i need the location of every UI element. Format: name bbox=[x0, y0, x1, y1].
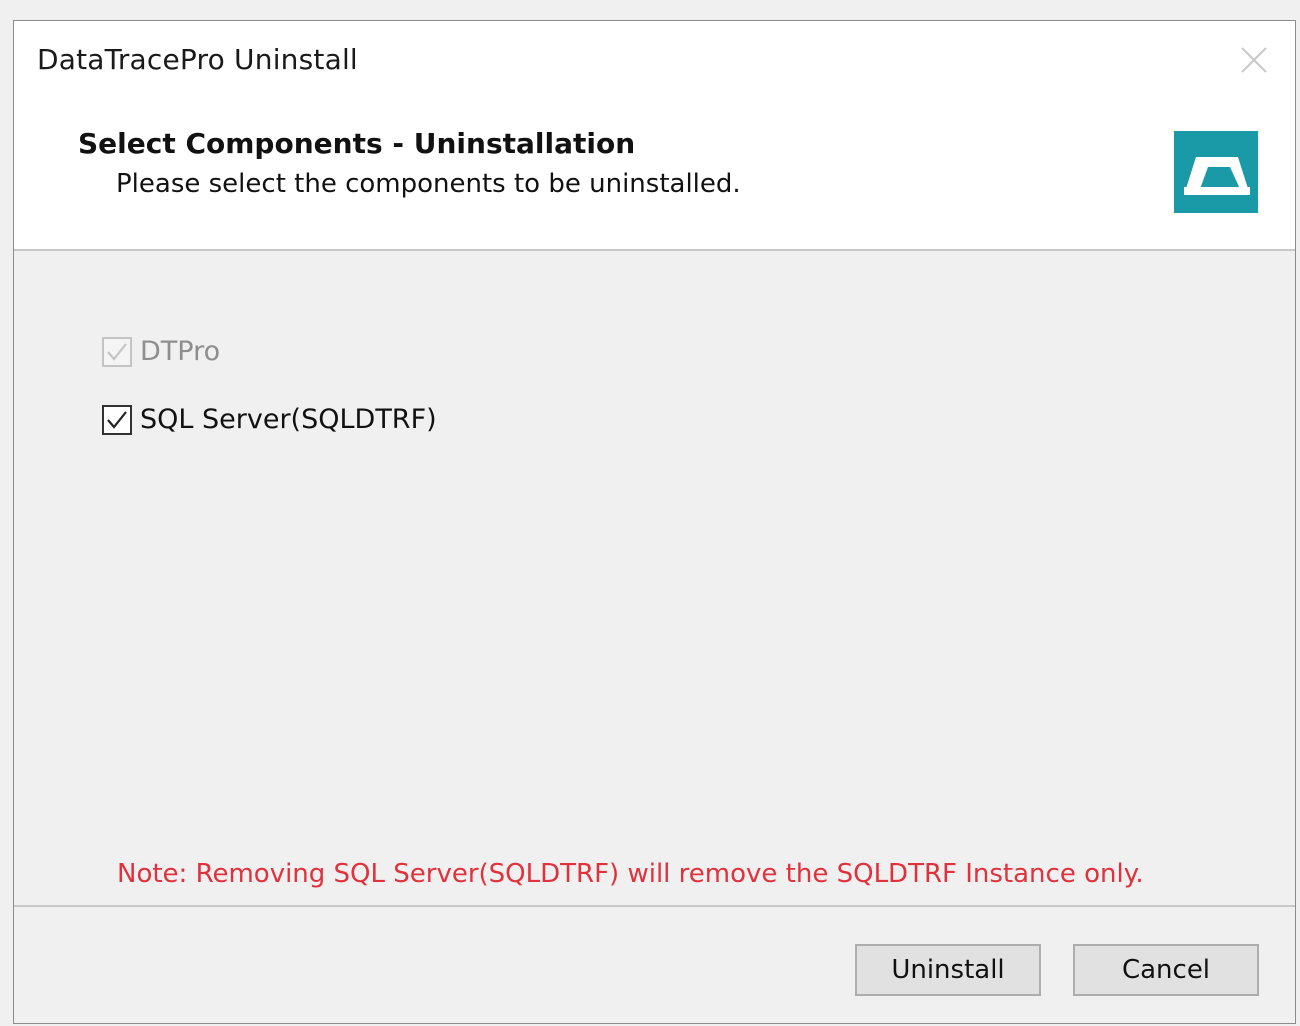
checkmark-icon bbox=[107, 410, 127, 429]
checkmark-icon bbox=[107, 342, 127, 361]
sql-server-checkbox[interactable] bbox=[102, 404, 132, 435]
cancel-button[interactable]: Cancel bbox=[1073, 944, 1259, 996]
button-bar: Uninstall Cancel bbox=[14, 905, 1295, 1023]
uninstall-dialog: DataTracePro Uninstall Select Components… bbox=[13, 20, 1296, 1024]
uninstall-button[interactable]: Uninstall bbox=[855, 944, 1041, 996]
close-icon bbox=[1241, 47, 1267, 73]
page-title: Select Components - Uninstallation bbox=[78, 127, 636, 160]
components-panel: DTPro SQL Server(SQLDTRF) Note: Removing… bbox=[14, 251, 1295, 903]
close-button[interactable] bbox=[1227, 33, 1281, 87]
component-dtpro: DTPro bbox=[102, 336, 220, 367]
dtpro-checkbox bbox=[102, 336, 132, 367]
page-subtitle: Please select the components to be unins… bbox=[116, 169, 741, 199]
dtpro-label: DTPro bbox=[140, 336, 221, 367]
datatrace-logo-icon bbox=[1174, 131, 1258, 213]
component-sql-server[interactable]: SQL Server(SQLDTRF) bbox=[102, 404, 437, 435]
window-title: DataTracePro Uninstall bbox=[37, 43, 358, 76]
title-bar: DataTracePro Uninstall bbox=[14, 21, 1295, 99]
header-panel: Select Components - Uninstallation Pleas… bbox=[14, 99, 1295, 251]
warning-note: Note: Removing SQL Server(SQLDTRF) will … bbox=[117, 859, 1144, 889]
sql-server-label[interactable]: SQL Server(SQLDTRF) bbox=[140, 404, 437, 435]
